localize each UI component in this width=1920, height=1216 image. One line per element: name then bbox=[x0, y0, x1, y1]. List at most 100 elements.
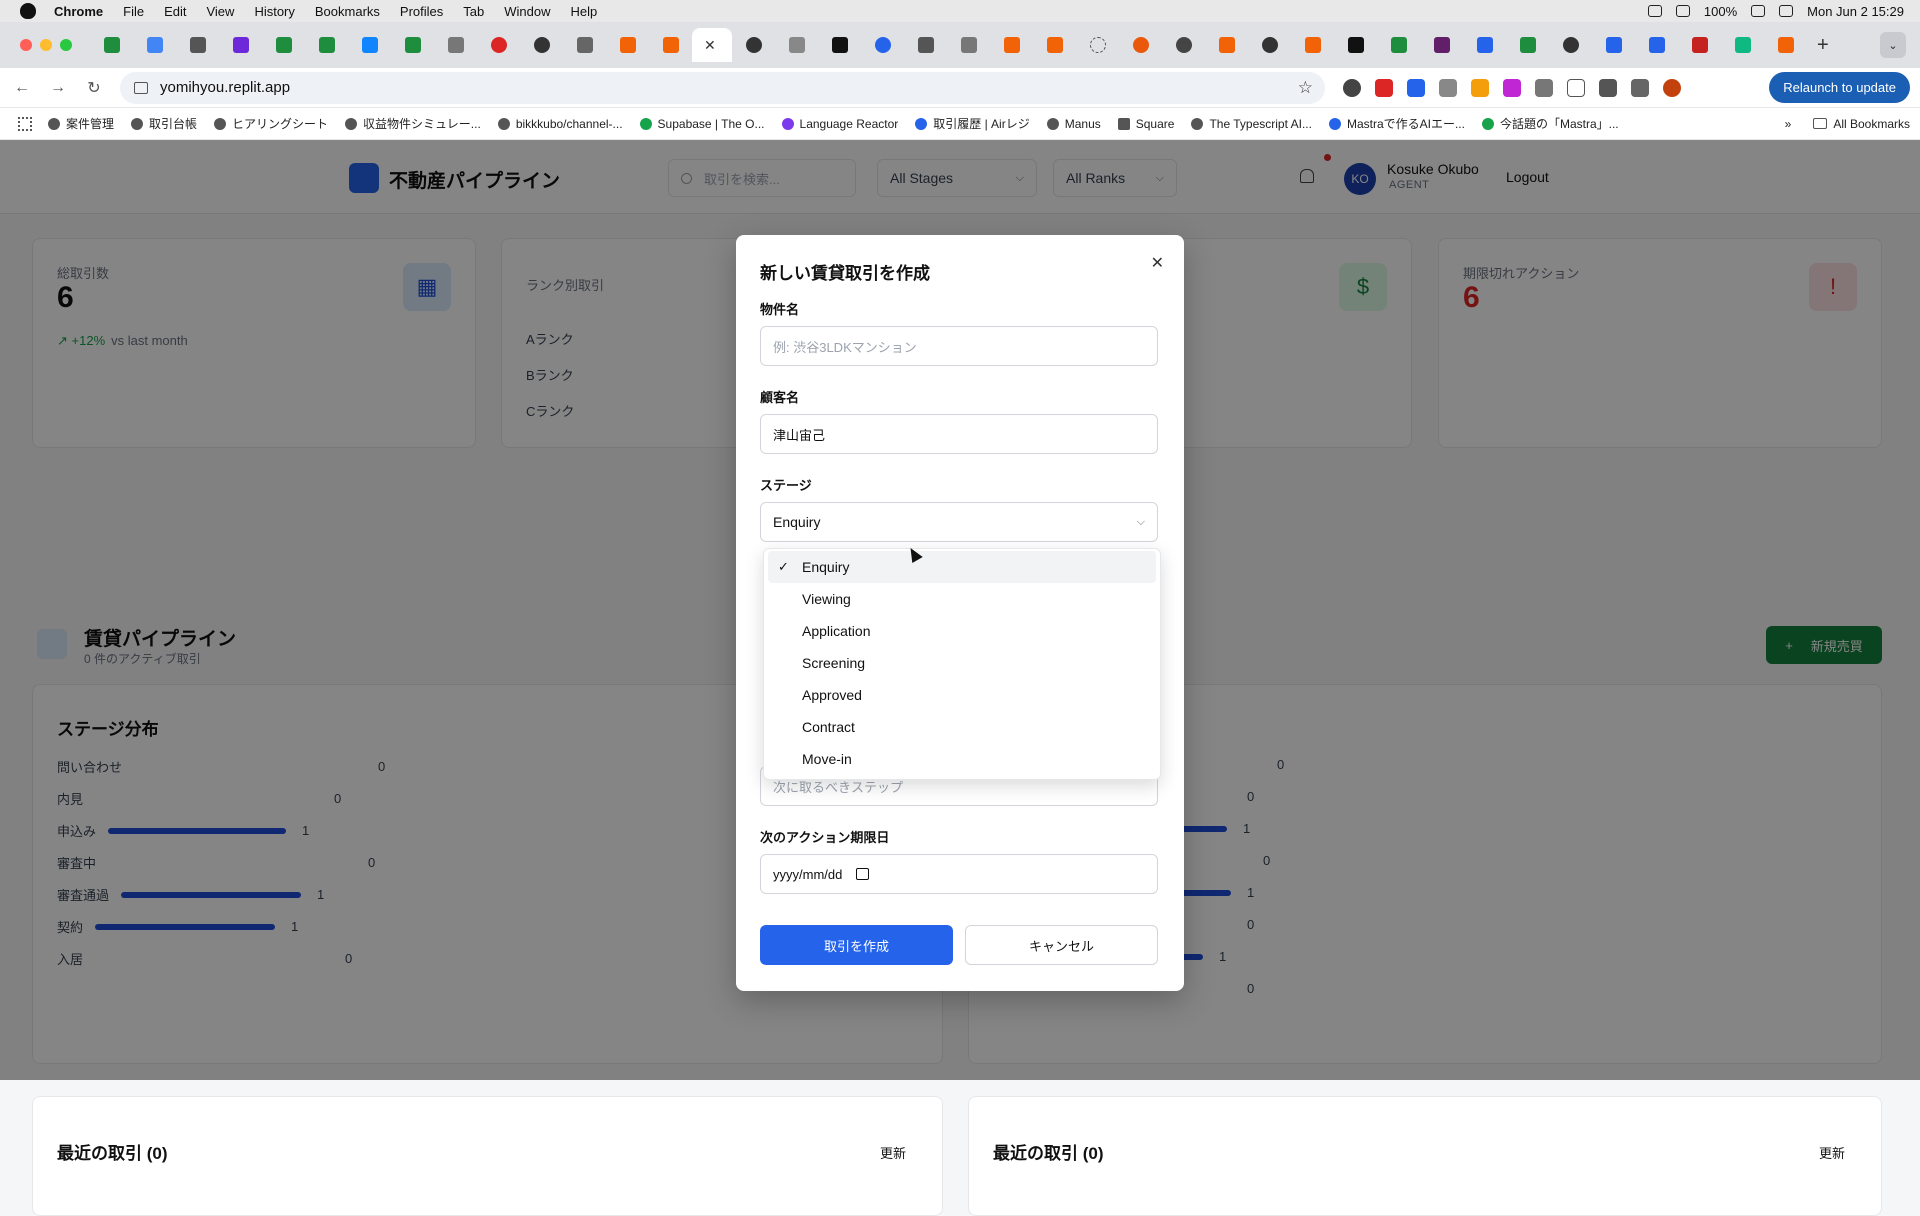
bookmark-star-icon[interactable]: ☆ bbox=[1298, 78, 1313, 98]
menu-tab[interactable]: Tab bbox=[463, 4, 484, 19]
tab-openai-3[interactable] bbox=[1248, 28, 1291, 62]
refresh-button[interactable]: 更新 bbox=[880, 1143, 906, 1162]
tab-openai-4[interactable] bbox=[1549, 28, 1592, 62]
wifi-icon[interactable] bbox=[1647, 5, 1662, 17]
bookmark-item[interactable]: ヒアリングシート bbox=[214, 115, 328, 132]
bookmark-item[interactable]: 収益物件シミュレー... bbox=[345, 115, 481, 132]
tab-docs-2[interactable] bbox=[1635, 28, 1678, 62]
menu-window[interactable]: Window bbox=[504, 4, 550, 19]
tab-fire[interactable] bbox=[1119, 28, 1162, 62]
tab-gmail[interactable] bbox=[1678, 28, 1721, 62]
tab-notion[interactable] bbox=[434, 28, 477, 62]
apps-icon[interactable] bbox=[18, 116, 32, 131]
tab-openai-2[interactable] bbox=[732, 28, 775, 62]
bookmark-item[interactable]: 取引台帳 bbox=[131, 115, 197, 132]
tab-replit-6[interactable] bbox=[1291, 28, 1334, 62]
tab-chart[interactable] bbox=[775, 28, 818, 62]
bookmark-item[interactable]: The Typescript AI... bbox=[1191, 117, 1312, 131]
menu-file[interactable]: File bbox=[123, 4, 144, 19]
tab-docs[interactable] bbox=[1592, 28, 1635, 62]
bookmark-item[interactable]: 案件管理 bbox=[48, 115, 114, 132]
reload-icon[interactable]: ↻ bbox=[80, 78, 108, 98]
tab-sheets-6[interactable] bbox=[1506, 28, 1549, 62]
tab-replit-7[interactable] bbox=[1764, 28, 1807, 62]
puzzle-icon[interactable] bbox=[1567, 78, 1585, 97]
stage-select[interactable]: Enquiry ⌵ bbox=[760, 502, 1158, 542]
all-bookmarks-button[interactable]: All Bookmarks bbox=[1813, 117, 1910, 131]
bluetooth-icon[interactable] bbox=[1675, 5, 1690, 17]
clock[interactable]: Mon Jun 2 15:29 bbox=[1807, 4, 1904, 19]
bookmark-item[interactable]: Supabase | The O... bbox=[639, 117, 765, 131]
url-text[interactable]: yomihyou.replit.app bbox=[160, 79, 290, 96]
tab-sheets-5[interactable] bbox=[1377, 28, 1420, 62]
profile-icon[interactable] bbox=[1663, 78, 1681, 97]
tab-slack[interactable] bbox=[1420, 28, 1463, 62]
menu-help[interactable]: Help bbox=[571, 4, 598, 19]
tab-sheets-4[interactable] bbox=[391, 28, 434, 62]
tab-replit-3[interactable] bbox=[990, 28, 1033, 62]
menu-history[interactable]: History bbox=[254, 4, 294, 19]
extension-icon[interactable] bbox=[1535, 78, 1553, 97]
new-tab-button[interactable]: + bbox=[1817, 34, 1829, 57]
tab-blue[interactable] bbox=[861, 28, 904, 62]
tab-ghost[interactable] bbox=[219, 28, 262, 62]
tab-replit-4[interactable] bbox=[1033, 28, 1076, 62]
extension-icon[interactable] bbox=[1503, 78, 1521, 97]
tab-notion-3[interactable] bbox=[1334, 28, 1377, 62]
tab-s[interactable] bbox=[1463, 28, 1506, 62]
tab-replit-5[interactable] bbox=[1205, 28, 1248, 62]
close-window-button[interactable] bbox=[20, 39, 32, 51]
tab-puzzle[interactable] bbox=[904, 28, 947, 62]
refresh-button[interactable]: 更新 bbox=[1819, 1143, 1845, 1162]
media-icon[interactable] bbox=[1631, 78, 1649, 97]
tab-audio[interactable] bbox=[563, 28, 606, 62]
tab-active[interactable]: ✕ bbox=[692, 28, 732, 62]
tab-green[interactable] bbox=[1721, 28, 1764, 62]
menu-app-name[interactable]: Chrome bbox=[54, 4, 103, 19]
relaunch-button[interactable]: Relaunch to update bbox=[1769, 72, 1910, 103]
forward-icon[interactable]: → bbox=[44, 79, 72, 97]
tab-bluesky[interactable] bbox=[348, 28, 391, 62]
tab-x[interactable] bbox=[818, 28, 861, 62]
menu-view[interactable]: View bbox=[206, 4, 234, 19]
bookmark-item[interactable]: Mastraで作るAIエー... bbox=[1328, 115, 1465, 132]
tab-chatgpt[interactable] bbox=[176, 28, 219, 62]
tab-replit-2[interactable] bbox=[649, 28, 692, 62]
tab-calendar[interactable] bbox=[133, 28, 176, 62]
tab-notion-2[interactable] bbox=[947, 28, 990, 62]
bookmark-item[interactable]: Language Reactor bbox=[781, 117, 898, 131]
calendar-icon[interactable] bbox=[856, 868, 870, 880]
tab-replit[interactable] bbox=[606, 28, 649, 62]
property-input[interactable]: 例: 渋谷3LDKマンション bbox=[760, 326, 1158, 366]
cancel-button[interactable]: キャンセル bbox=[965, 925, 1158, 965]
minimize-window-button[interactable] bbox=[40, 39, 52, 51]
site-info-icon[interactable] bbox=[134, 81, 148, 94]
stage-option-approved[interactable]: Approved bbox=[768, 679, 1156, 711]
menu-profiles[interactable]: Profiles bbox=[400, 4, 443, 19]
tab-loading[interactable] bbox=[1076, 28, 1119, 62]
stage-option-contract[interactable]: Contract bbox=[768, 711, 1156, 743]
tab-search-button[interactable]: ⌄ bbox=[1880, 32, 1906, 58]
tab-sheets-2[interactable] bbox=[262, 28, 305, 62]
tab-sheets[interactable] bbox=[90, 28, 133, 62]
tab-openai[interactable] bbox=[520, 28, 563, 62]
bookmark-item[interactable]: Square bbox=[1117, 117, 1174, 131]
bookmark-item[interactable]: 取引履歴 | Airレジ bbox=[915, 115, 1030, 132]
menu-bookmarks[interactable]: Bookmarks bbox=[315, 4, 380, 19]
close-tab-icon[interactable]: ✕ bbox=[704, 37, 720, 53]
spotlight-icon[interactable] bbox=[1779, 5, 1794, 17]
create-deal-button[interactable]: 取引を作成 bbox=[760, 925, 953, 965]
bookmark-item[interactable]: bikkkubo/channel-... bbox=[497, 117, 623, 131]
stage-option-viewing[interactable]: Viewing bbox=[768, 583, 1156, 615]
close-icon[interactable]: ✕ bbox=[1151, 253, 1164, 273]
download-icon[interactable] bbox=[1599, 78, 1617, 97]
stage-option-move-in[interactable]: Move-in bbox=[768, 743, 1156, 775]
due-date-input[interactable]: yyyy/mm/dd bbox=[760, 854, 1158, 894]
tab-globe[interactable] bbox=[1162, 28, 1205, 62]
camera-icon[interactable] bbox=[1439, 78, 1457, 97]
apple-icon[interactable] bbox=[20, 3, 36, 19]
extension-icon[interactable] bbox=[1407, 78, 1425, 97]
extension-icon[interactable] bbox=[1343, 78, 1361, 97]
customer-input[interactable]: 津山宙己 bbox=[760, 414, 1158, 454]
address-bar[interactable]: yomihyou.replit.app ☆ bbox=[120, 71, 1325, 104]
